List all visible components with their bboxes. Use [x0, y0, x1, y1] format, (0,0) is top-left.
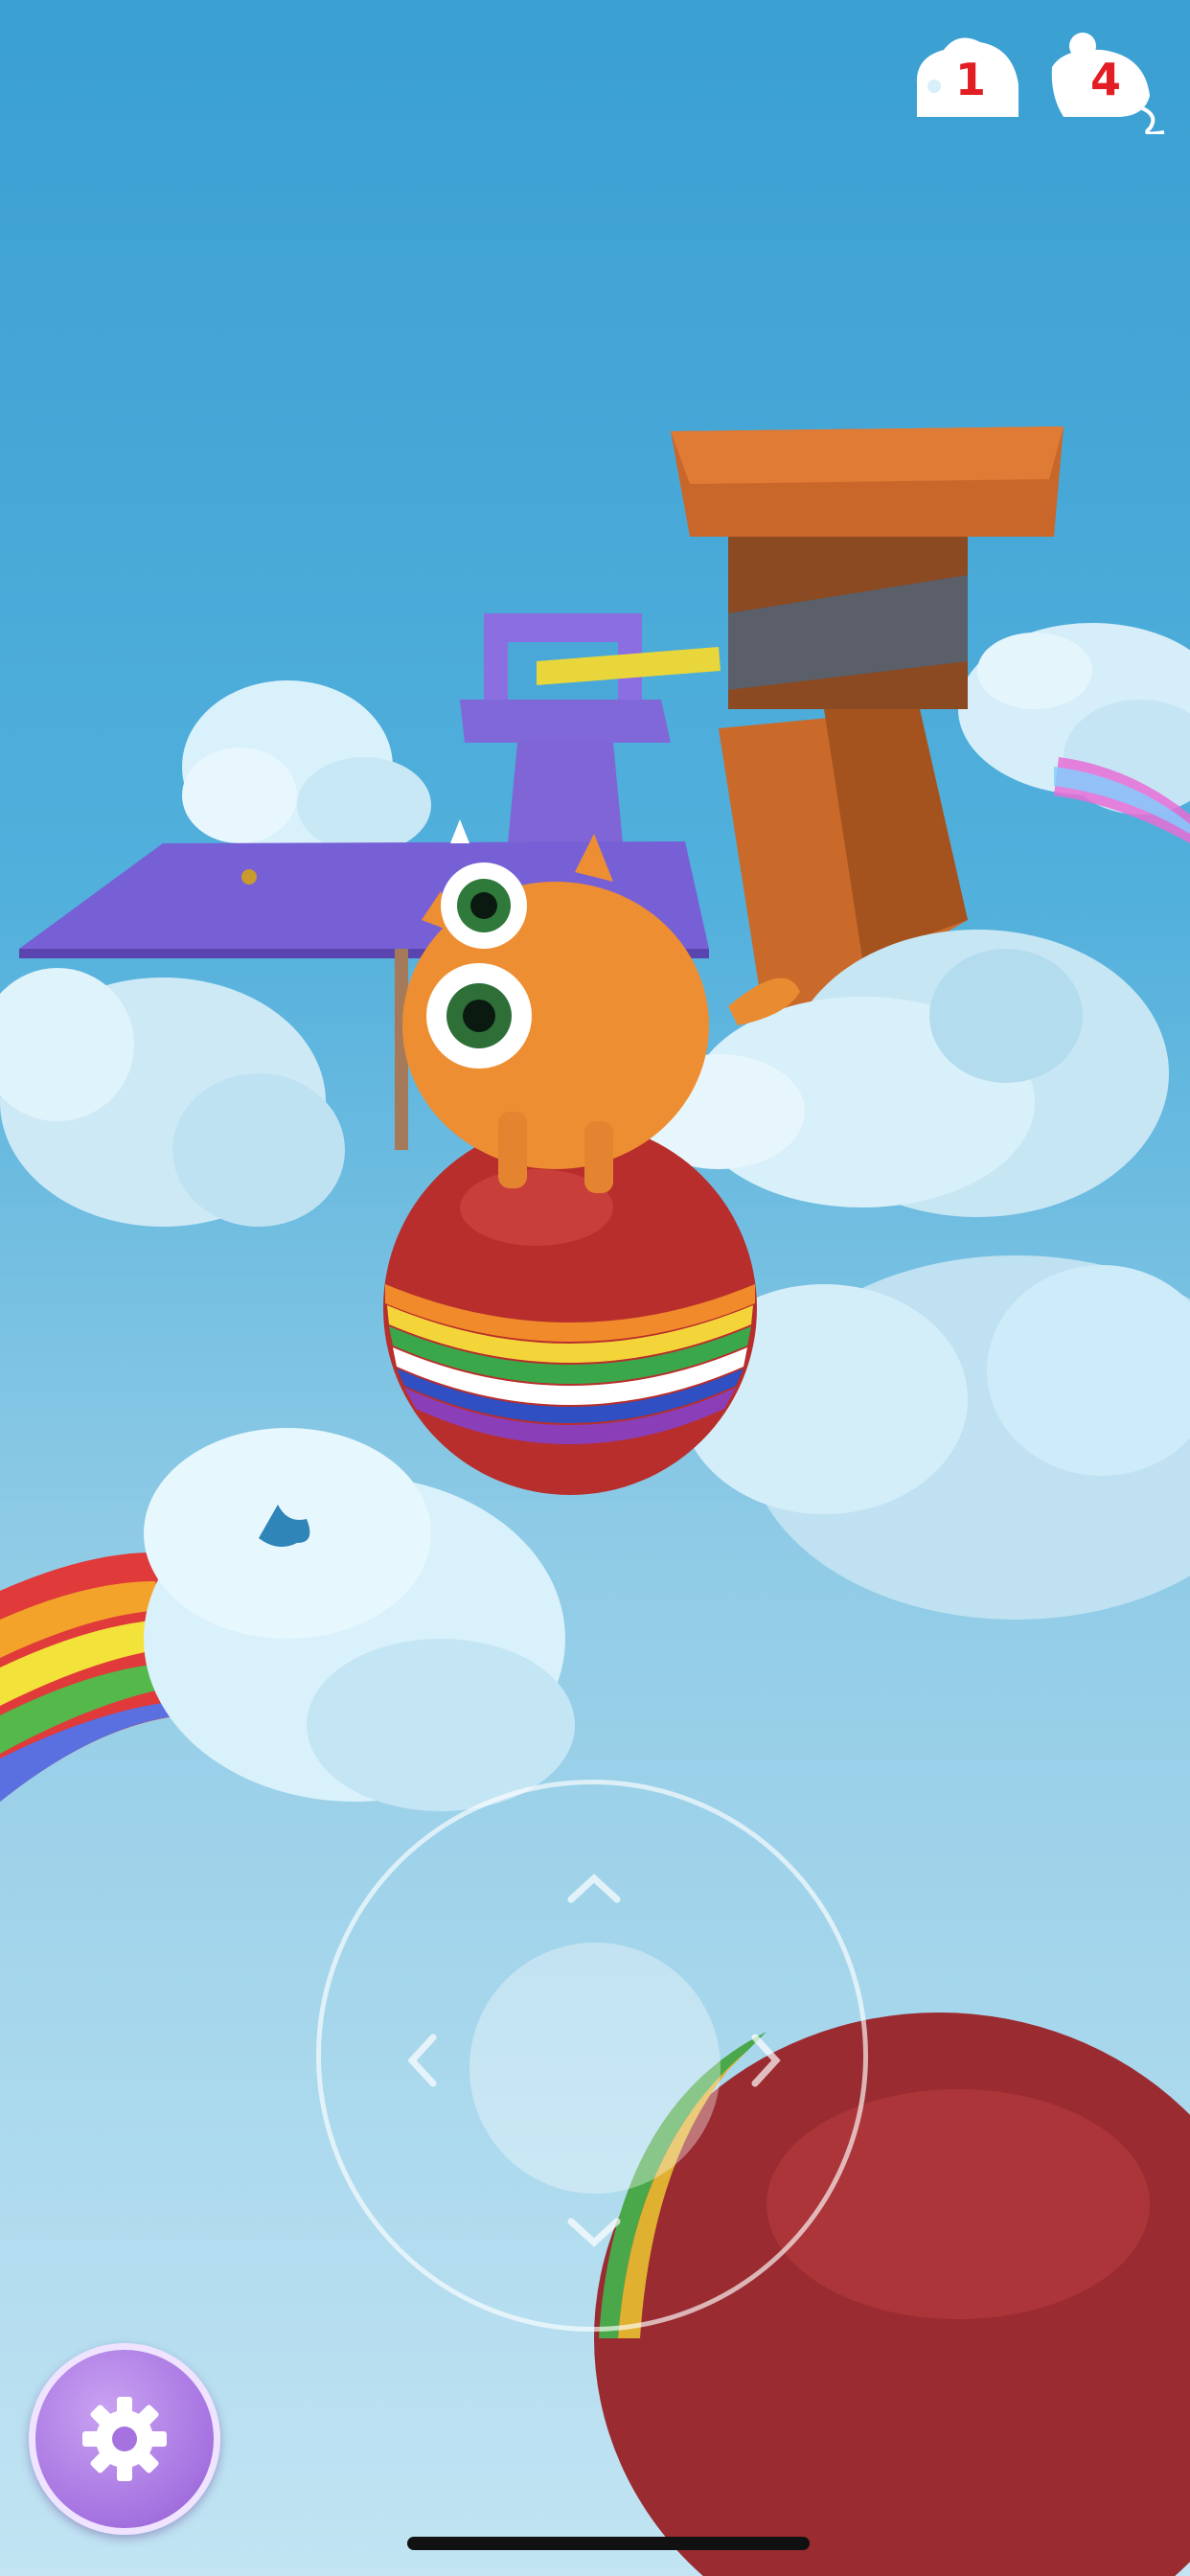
game-scene: 1 4: [0, 0, 1190, 2576]
mouse-count: 4: [1090, 54, 1122, 105]
rainbow-ball: [383, 1121, 757, 1495]
home-indicator[interactable]: [407, 2537, 810, 2550]
cloud-foreground: [144, 1428, 575, 1811]
cloud-mid-right: [632, 930, 1169, 1217]
joystick-knob[interactable]: [469, 1943, 721, 2194]
chevron-up-icon: [567, 1874, 621, 1903]
settings-button[interactable]: [29, 2343, 220, 2535]
chevron-right-icon: [751, 2034, 781, 2087]
cloud-back-left: [182, 680, 431, 853]
purple-walkway: [508, 743, 623, 843]
cheese-counter: 1: [905, 29, 1030, 125]
gear-icon: [82, 2397, 167, 2481]
mouse-counter: 4: [1044, 29, 1169, 134]
chevron-left-icon: [407, 2034, 437, 2087]
chevron-down-icon: [567, 2218, 621, 2247]
cloud-left: [0, 968, 345, 1227]
cheese-count: 1: [955, 54, 987, 105]
